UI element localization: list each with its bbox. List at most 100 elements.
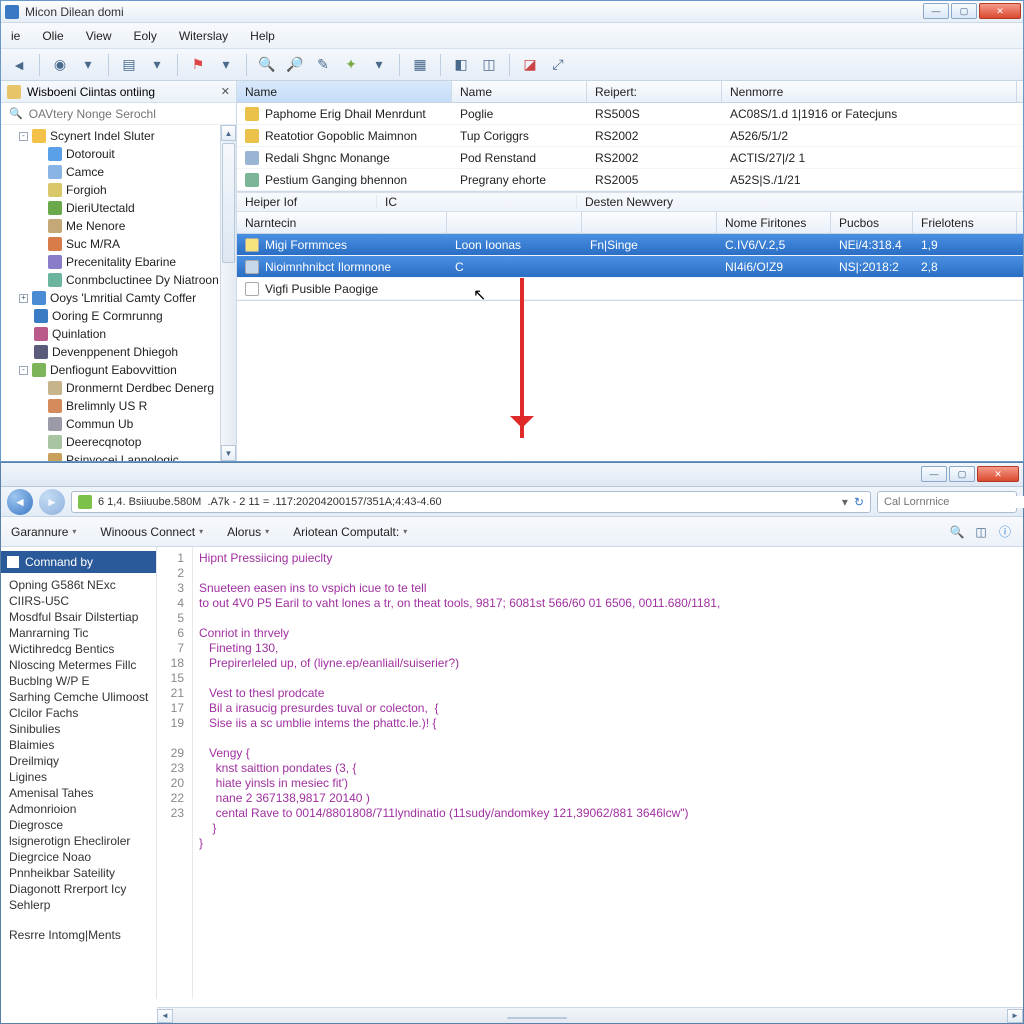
b-menu-3[interactable]: Ariotean Computalt:▾ xyxy=(293,525,407,539)
table-row[interactable]: Paphome Erig Dhail MenrduntPoglieRS500SA… xyxy=(237,103,1023,125)
table-row[interactable]: Nioimnhnibct IlormnoneCNI4i6/O!Z9NS|:201… xyxy=(237,256,1023,278)
tree-item[interactable]: Ooring E Cormrunng xyxy=(1,307,236,325)
b-menu-2[interactable]: Alorus▾ xyxy=(227,525,269,539)
dropdown2-icon[interactable]: ▾ xyxy=(145,53,169,77)
globe-icon[interactable]: ◉ xyxy=(48,53,72,77)
b-menu-1[interactable]: Winoous Connect▾ xyxy=(100,525,203,539)
address-input[interactable] xyxy=(98,496,836,508)
b-menu-0[interactable]: Garannure▾ xyxy=(11,525,76,539)
scroll-down-icon[interactable]: ▼ xyxy=(221,445,236,461)
reload-icon[interactable]: ↻ xyxy=(854,495,864,509)
col-header[interactable]: Pucbos xyxy=(831,212,913,233)
close-panel-icon[interactable]: ✕ xyxy=(221,85,230,98)
col-header[interactable] xyxy=(447,212,582,233)
code-editor[interactable]: 123456718152117192923202223 Hipnt Pressi… xyxy=(157,547,1023,999)
menu-3[interactable]: Eoly xyxy=(129,27,160,45)
tool2-icon[interactable]: ◧ xyxy=(449,53,473,77)
list-item[interactable]: Clcilor Fachs xyxy=(1,705,156,721)
menu-5[interactable]: Help xyxy=(246,27,279,45)
menu-1[interactable]: Olie xyxy=(38,27,67,45)
back-icon[interactable]: ◄ xyxy=(7,53,31,77)
tree-search[interactable]: 🔍 xyxy=(1,103,236,125)
dropdown-icon[interactable]: ▾ xyxy=(76,53,100,77)
tree-item[interactable]: Commun Ub xyxy=(1,415,236,433)
tree-item[interactable]: Precenitality Ebarine xyxy=(1,253,236,271)
tree-item[interactable]: Brelimnly US R xyxy=(1,397,236,415)
list-item[interactable]: Mosdful Bsair Dilstertiap xyxy=(1,609,156,625)
tree-list[interactable]: -Scynert Indel SluterDotorouitCamceForgi… xyxy=(1,125,236,461)
tree-item[interactable]: Dronmernt Derdbec Denerg xyxy=(1,379,236,397)
titlebar[interactable]: Micon Dilean domi — ▢ ✕ xyxy=(1,1,1023,23)
wand-icon[interactable]: ✎ xyxy=(311,53,335,77)
b-maximize-button[interactable]: ▢ xyxy=(949,466,975,482)
dropdown3-icon[interactable]: ▾ xyxy=(214,53,238,77)
maximize-button[interactable]: ▢ xyxy=(951,3,977,19)
address-bar[interactable]: ▾ ↻ xyxy=(71,491,871,513)
menu-0[interactable]: ie xyxy=(7,27,24,45)
tree-item[interactable]: Conmbcluctinee Dy Niatroon xyxy=(1,271,236,289)
tree-scrollbar[interactable]: ▲ ▼ xyxy=(220,125,236,461)
h-scrollbar[interactable]: ◄ ► xyxy=(157,1007,1023,1023)
list-item[interactable]: Diegrosce xyxy=(1,817,156,833)
tree-item[interactable]: Camce xyxy=(1,163,236,181)
tree-item[interactable]: Quinlation xyxy=(1,325,236,343)
b-help-icon[interactable]: ⓘ xyxy=(997,524,1013,540)
list-item[interactable]: Sinibulies xyxy=(1,721,156,737)
table-row[interactable]: Redali Shgnc MonangePod RenstandRS2002AC… xyxy=(237,147,1023,169)
grid2-header[interactable]: NarntecinNome FiritonesPucbosFrielotens xyxy=(237,212,1023,234)
tool1-icon[interactable]: ▦ xyxy=(408,53,432,77)
scroll-left-icon[interactable]: ◄ xyxy=(157,1009,173,1023)
col-header[interactable]: Name xyxy=(452,81,587,102)
col-header[interactable]: Frielotens xyxy=(913,212,1017,233)
col-header[interactable]: Name xyxy=(237,81,452,102)
tree-item[interactable]: Deerecqnotop xyxy=(1,433,236,451)
list-item[interactable]: Pnnheikbar Sateility xyxy=(1,865,156,881)
list-item[interactable]: Bucblng W/P E xyxy=(1,673,156,689)
table-row[interactable]: Migi FormmcesLoon IoonasFn|SingeC.IV6/V.… xyxy=(237,234,1023,256)
scroll-thumb[interactable] xyxy=(222,143,235,263)
nav-back-icon[interactable]: ◄ xyxy=(7,489,33,515)
list-item[interactable]: Opning G586t NExc xyxy=(1,577,156,593)
tree-item[interactable]: Dotorouit xyxy=(1,145,236,163)
table-row[interactable]: Vigfi Pusible Paogige xyxy=(237,278,1023,300)
expand-icon[interactable]: - xyxy=(19,366,28,375)
menu-2[interactable]: View xyxy=(82,27,116,45)
dropdown4-icon[interactable]: ▾ xyxy=(367,53,391,77)
puzzle-icon[interactable]: ✦ xyxy=(339,53,363,77)
grid1-header[interactable]: NameNameReipert:Nenmorre xyxy=(237,81,1023,103)
search-box[interactable] xyxy=(877,491,1017,513)
b-search-input[interactable] xyxy=(884,496,1024,508)
list-item[interactable]: Manrarning Tic xyxy=(1,625,156,641)
list-item[interactable]: Blaimies xyxy=(1,737,156,753)
doc-icon[interactable]: ▤ xyxy=(117,53,141,77)
expand-icon[interactable]: + xyxy=(19,294,28,303)
grid2-body[interactable]: Migi FormmcesLoon IoonasFn|SingeC.IV6/V.… xyxy=(237,234,1023,300)
list-item[interactable]: Sehlerp xyxy=(1,897,156,913)
tree-search-input[interactable] xyxy=(29,107,228,121)
expand-icon[interactable]: ⤢ xyxy=(546,53,570,77)
list-item[interactable]: CIIRS-U5C xyxy=(1,593,156,609)
tree-item[interactable]: Me Nenore xyxy=(1,217,236,235)
table-row[interactable]: Pestium Ganging bhennonPregrany ehorteRS… xyxy=(237,169,1023,191)
side-list-footer[interactable]: Resrre Intomg|Ments xyxy=(1,927,156,943)
list-item[interactable]: Amenisal Tahes xyxy=(1,785,156,801)
b-panel-icon[interactable]: ◫ xyxy=(973,524,989,540)
col-header[interactable] xyxy=(582,212,717,233)
code-body[interactable]: Hipnt Pressiicing puieclty Snueteen ease… xyxy=(193,547,726,999)
b-titlebar[interactable]: — ▢ ✕ xyxy=(1,463,1023,487)
pin-icon[interactable]: ⚑ xyxy=(186,53,210,77)
tree-tab-hdr[interactable]: Wisboeni Ciintas ontiing ✕ xyxy=(1,81,236,103)
nav-fwd-icon[interactable]: ► xyxy=(39,489,65,515)
scroll-up-icon[interactable]: ▲ xyxy=(221,125,236,141)
list-item[interactable]: Sarhing Cemche Ulimoost xyxy=(1,689,156,705)
menu-4[interactable]: Witerslay xyxy=(175,27,232,45)
side-list-header[interactable]: Comnand by xyxy=(1,551,156,573)
addr-dropdown-icon[interactable]: ▾ xyxy=(842,495,848,509)
tree-item[interactable]: Suc M/RA xyxy=(1,235,236,253)
table-row[interactable]: Reatotior Gopoblic MaimnonTup CoriggrsRS… xyxy=(237,125,1023,147)
b-minimize-button[interactable]: — xyxy=(921,466,947,482)
tree-item[interactable]: -Denfiogunt Eabovvittion xyxy=(1,361,236,379)
tree-item[interactable]: -Scynert Indel Sluter xyxy=(1,127,236,145)
col-header[interactable]: Reipert: xyxy=(587,81,722,102)
search-icon[interactable]: 🔍 xyxy=(255,53,279,77)
